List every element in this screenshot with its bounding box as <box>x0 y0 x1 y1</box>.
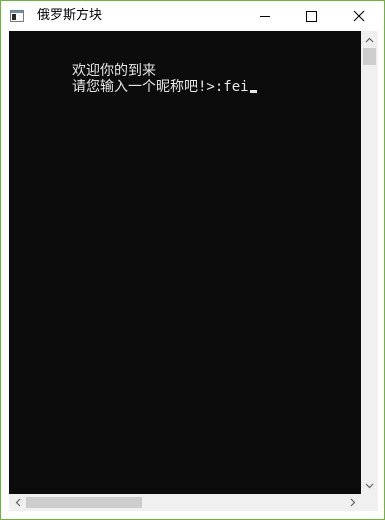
maximize-button[interactable] <box>288 1 334 31</box>
vertical-scrollbar[interactable] <box>361 31 378 494</box>
vertical-scroll-thumb[interactable] <box>363 48 376 65</box>
console-prompt-text: 请您输入一个昵称吧!>:fei <box>72 79 249 95</box>
horizontal-scrollbar[interactable] <box>9 494 361 511</box>
console-app-icon[interactable] <box>10 10 24 22</box>
window-frame-bottom <box>1 511 384 519</box>
console-line-welcome: 欢迎你的到来 <box>72 63 156 79</box>
text-cursor <box>249 90 257 93</box>
scroll-down-button[interactable] <box>361 477 378 494</box>
horizontal-scroll-thumb[interactable] <box>26 497 142 508</box>
title-bar[interactable]: 俄罗斯方块 <box>1 1 384 31</box>
minimize-icon <box>260 15 270 17</box>
scroll-right-button[interactable] <box>344 494 361 511</box>
scroll-up-button[interactable] <box>361 31 378 48</box>
maximize-icon <box>305 10 317 22</box>
scroll-left-button[interactable] <box>9 494 26 511</box>
chevron-right-icon <box>350 498 355 507</box>
minimize-button[interactable] <box>242 1 288 31</box>
close-icon <box>353 10 365 22</box>
console-window: 俄罗斯方块 欢迎你的到来 请您输入一个昵称吧!>:fei <box>0 0 385 520</box>
chevron-left-icon <box>15 498 20 507</box>
window-frame-right <box>378 31 384 511</box>
console-line-prompt[interactable]: 请您输入一个昵称吧!>:fei <box>72 79 257 96</box>
chevron-up-icon <box>365 37 374 42</box>
chevron-down-icon <box>365 483 374 488</box>
close-button[interactable] <box>334 1 384 31</box>
scrollbar-corner <box>361 494 378 511</box>
window-title: 俄罗斯方块 <box>37 8 103 23</box>
console-output-area[interactable]: 欢迎你的到来 请您输入一个昵称吧!>:fei <box>9 31 361 494</box>
window-frame-left <box>1 31 9 511</box>
